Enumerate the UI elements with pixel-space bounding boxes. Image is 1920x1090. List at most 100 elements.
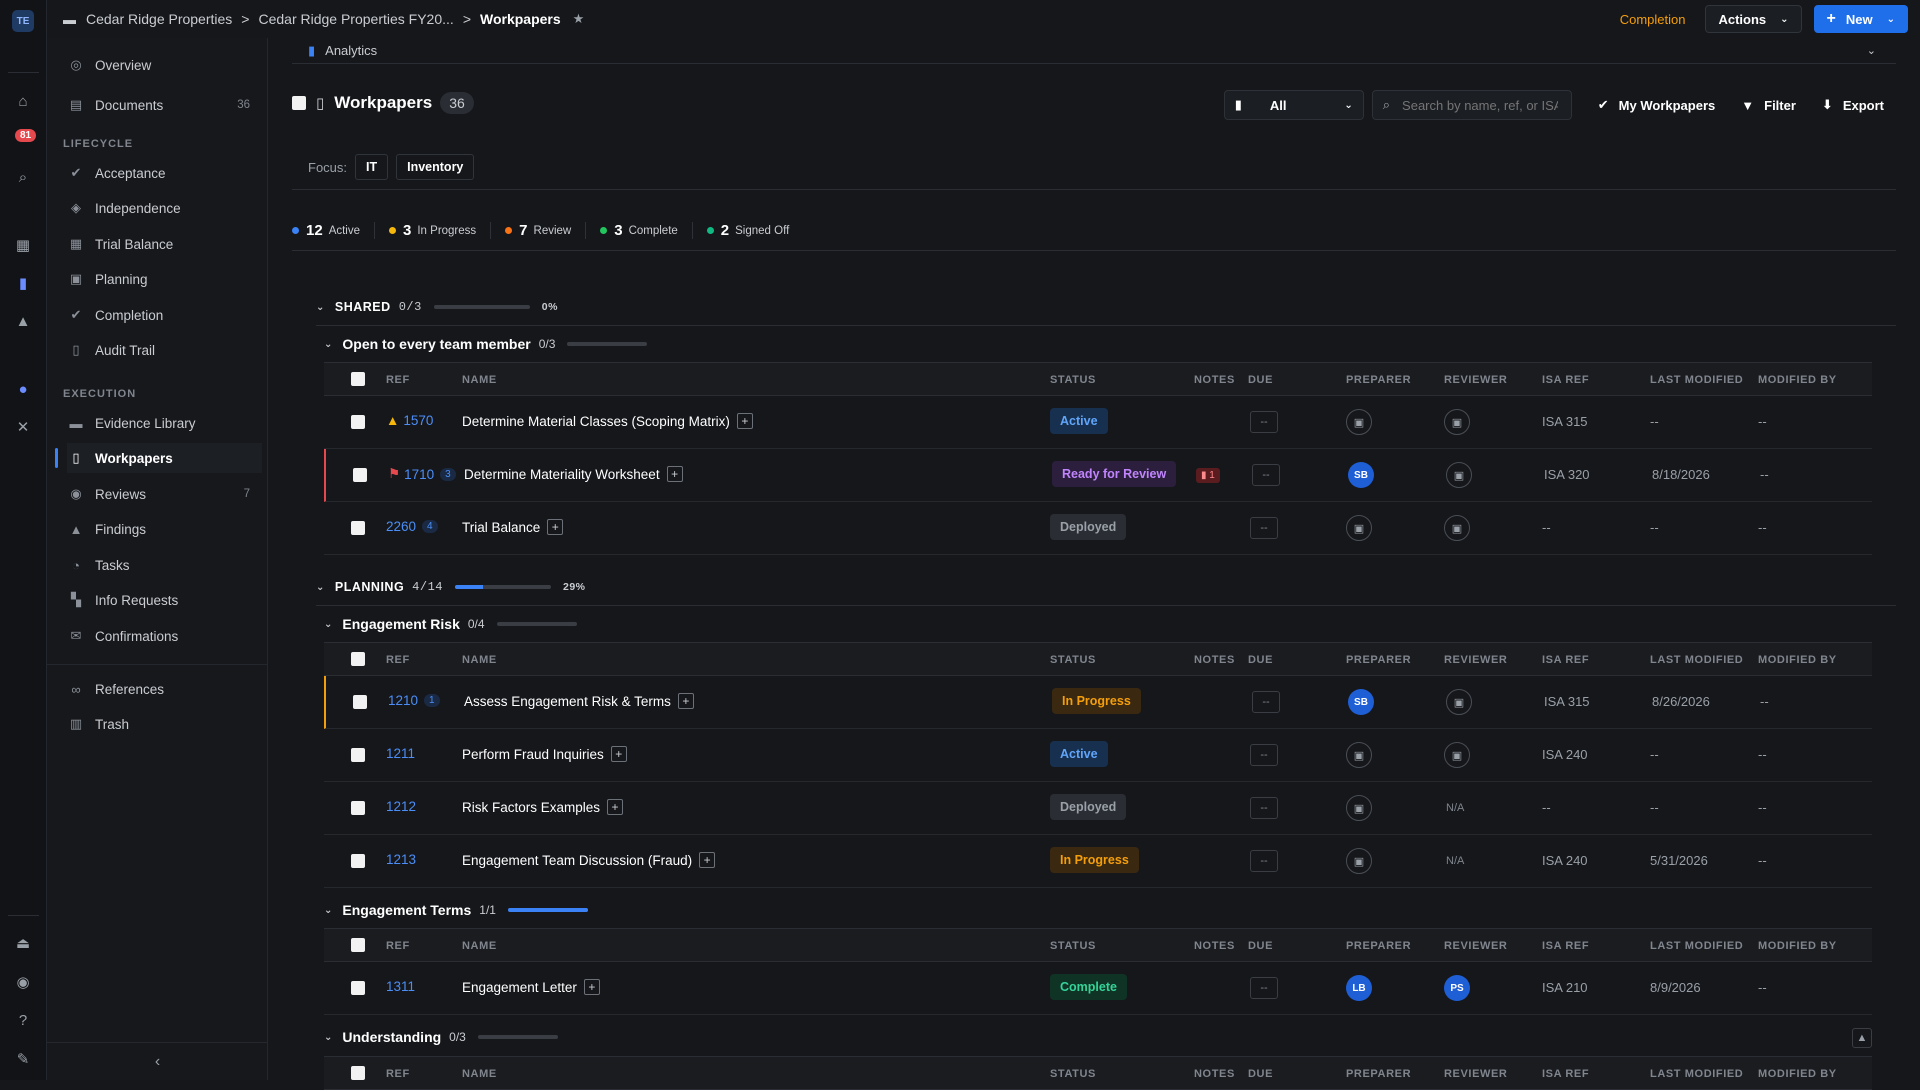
due-date-field[interactable]: -- <box>1250 411 1278 433</box>
column-preparer[interactable]: PREPARER <box>1346 940 1411 952</box>
column-preparer[interactable]: PREPARER <box>1346 654 1411 666</box>
add-icon[interactable]: + <box>610 746 627 762</box>
sidebar-item-findings[interactable]: ▲ Findings <box>67 514 262 544</box>
column-isa-ref[interactable]: ISA REF <box>1542 1068 1589 1080</box>
breadcrumb-engagement[interactable]: Cedar Ridge Properties FY20... <box>258 11 453 27</box>
add-icon[interactable]: + <box>666 466 683 482</box>
select-all-checkbox[interactable] <box>351 938 365 952</box>
row-checkbox[interactable] <box>351 801 365 815</box>
reviewer-placeholder-icon[interactable]: ▣ <box>1446 689 1472 715</box>
actions-button[interactable]: Actions ⌄ <box>1705 5 1802 33</box>
graduation-icon[interactable]: ▲ <box>12 310 34 332</box>
row-checkbox[interactable] <box>353 695 367 709</box>
stat-review[interactable]: 7 Review <box>505 222 587 239</box>
column-last-modified[interactable]: LAST MODIFIED <box>1650 654 1743 666</box>
column-reviewer[interactable]: REVIEWER <box>1444 374 1507 386</box>
select-all-checkbox[interactable] <box>292 96 306 110</box>
column-ref[interactable]: REF <box>386 1068 410 1080</box>
status-badge[interactable]: Ready for Review <box>1052 461 1177 487</box>
status-badge[interactable]: In Progress <box>1052 688 1141 714</box>
preparer-avatar[interactable]: SB <box>1348 462 1374 488</box>
column-notes[interactable]: NOTES <box>1194 654 1235 666</box>
select-all-checkbox[interactable] <box>351 1066 365 1080</box>
row-checkbox[interactable] <box>351 981 365 995</box>
ref-number[interactable]: 1311 <box>386 979 415 994</box>
stat-active[interactable]: 12 Active <box>292 222 376 239</box>
status-badge[interactable]: Deployed <box>1050 514 1127 540</box>
due-date-field[interactable]: -- <box>1250 797 1278 819</box>
ref-number[interactable]: 1211 <box>386 746 415 761</box>
ref-link[interactable]: ▲ 1570 <box>386 413 433 428</box>
focus-chip-inventory[interactable]: Inventory <box>396 154 475 180</box>
add-icon[interactable]: + <box>677 693 694 709</box>
add-icon[interactable]: + <box>699 852 716 868</box>
ref-link[interactable]: 1212 <box>386 799 416 814</box>
column-reviewer[interactable]: REVIEWER <box>1444 940 1507 952</box>
sidebar-item-planning[interactable]: ▣ Planning <box>67 264 262 294</box>
column-notes[interactable]: NOTES <box>1194 1068 1235 1080</box>
column-modified-by[interactable]: MODIFIED BY <box>1758 374 1837 386</box>
column-ref[interactable]: REF <box>386 374 410 386</box>
table-row[interactable]: 1213 Engagement Team Discussion (Fraud) +… <box>324 835 1872 888</box>
ref-number[interactable]: 1213 <box>386 852 416 867</box>
assign-user-icon[interactable]: ▲ <box>1852 1028 1872 1048</box>
column-last-modified[interactable]: LAST MODIFIED <box>1650 374 1743 386</box>
bookmark-filter-select[interactable]: ▮ All ⌄ <box>1223 90 1364 120</box>
preparer-avatar[interactable]: LB <box>1346 975 1372 1001</box>
ref-number[interactable]: 1212 <box>386 799 416 814</box>
due-date-field[interactable]: -- <box>1252 464 1280 486</box>
sidebar-item-audit-trail[interactable]: ▯ Audit Trail <box>67 335 262 365</box>
column-due[interactable]: DUE <box>1248 940 1273 952</box>
pen-icon[interactable]: ✎ <box>12 1048 34 1070</box>
sidebar-item-trial-balance[interactable]: ▦ Trial Balance <box>67 229 262 259</box>
add-icon[interactable]: + <box>547 519 564 535</box>
sidebar-item-trash[interactable]: ▥ Trash <box>67 709 262 739</box>
help-icon[interactable]: ? <box>12 1009 34 1031</box>
reviewer-placeholder-icon[interactable]: ▣ <box>1446 462 1472 488</box>
column-reviewer[interactable]: REVIEWER <box>1444 1068 1507 1080</box>
sidebar-item-documents[interactable]: ▤ Documents 36 <box>67 90 262 120</box>
column-isa-ref[interactable]: ISA REF <box>1542 374 1589 386</box>
column-modified-by[interactable]: MODIFIED BY <box>1758 940 1837 952</box>
ref-link[interactable]: ⚑ 1710 3 <box>388 466 456 482</box>
row-checkbox[interactable] <box>351 415 365 429</box>
sidebar-item-reviews[interactable]: ◉ Reviews 7 <box>67 479 262 509</box>
table-row[interactable]: 1211 Perform Fraud Inquiries + Active -- … <box>324 729 1872 782</box>
status-badge[interactable]: In Progress <box>1050 847 1139 873</box>
ref-link[interactable]: 1213 <box>386 852 416 867</box>
notes-badge[interactable]: ▮ 1 <box>1196 468 1220 483</box>
preparer-placeholder-icon[interactable]: ▣ <box>1346 742 1372 768</box>
stat-complete[interactable]: 3 Complete <box>600 222 693 239</box>
analytics-panel-toggle[interactable]: ▮ Analytics ⌄ <box>292 38 1896 64</box>
status-badge[interactable]: Active <box>1050 408 1108 434</box>
my-workpapers-button[interactable]: ✔ My Workpapers <box>1598 97 1715 113</box>
workpaper-name-text[interactable]: Perform Fraud Inquiries <box>462 747 604 762</box>
column-name[interactable]: NAME <box>462 654 497 666</box>
column-notes[interactable]: NOTES <box>1194 374 1235 386</box>
chart-icon[interactable]: ▮ <box>12 272 34 294</box>
sidebar-item-info-requests[interactable]: ▚ Info Requests <box>67 585 262 615</box>
due-date-field[interactable]: -- <box>1250 517 1278 539</box>
workpaper-name[interactable]: Risk Factors Examples + <box>462 799 624 815</box>
ref-link[interactable]: 1210 1 <box>388 693 440 708</box>
stat-in-progress[interactable]: 3 In Progress <box>389 222 492 239</box>
add-icon[interactable]: + <box>583 979 600 995</box>
sidebar-item-completion[interactable]: ✔ Completion <box>67 300 262 330</box>
reviewer-placeholder-icon[interactable]: ▣ <box>1444 409 1470 435</box>
tools-icon[interactable]: ✕ <box>12 416 34 438</box>
column-ref[interactable]: REF <box>386 654 410 666</box>
account-icon[interactable]: ◉ <box>12 971 34 993</box>
focus-chip-it[interactable]: IT <box>355 154 389 180</box>
column-due[interactable]: DUE <box>1248 374 1273 386</box>
column-status[interactable]: STATUS <box>1050 1068 1096 1080</box>
column-notes[interactable]: NOTES <box>1194 940 1235 952</box>
status-badge[interactable]: Active <box>1050 741 1108 767</box>
users-icon[interactable]: ● <box>12 378 34 400</box>
preparer-placeholder-icon[interactable]: ▣ <box>1346 515 1372 541</box>
column-preparer[interactable]: PREPARER <box>1346 374 1411 386</box>
completion-link[interactable]: Completion <box>1620 12 1686 27</box>
due-date-field[interactable]: -- <box>1250 977 1278 999</box>
search-box[interactable]: ⌕ <box>1371 90 1572 120</box>
subgroup-header-terms[interactable]: ⌄ Engagement Terms 1/1 <box>324 902 600 918</box>
subgroup-header-risk[interactable]: ⌄ Engagement Risk 0/4 <box>324 616 589 632</box>
